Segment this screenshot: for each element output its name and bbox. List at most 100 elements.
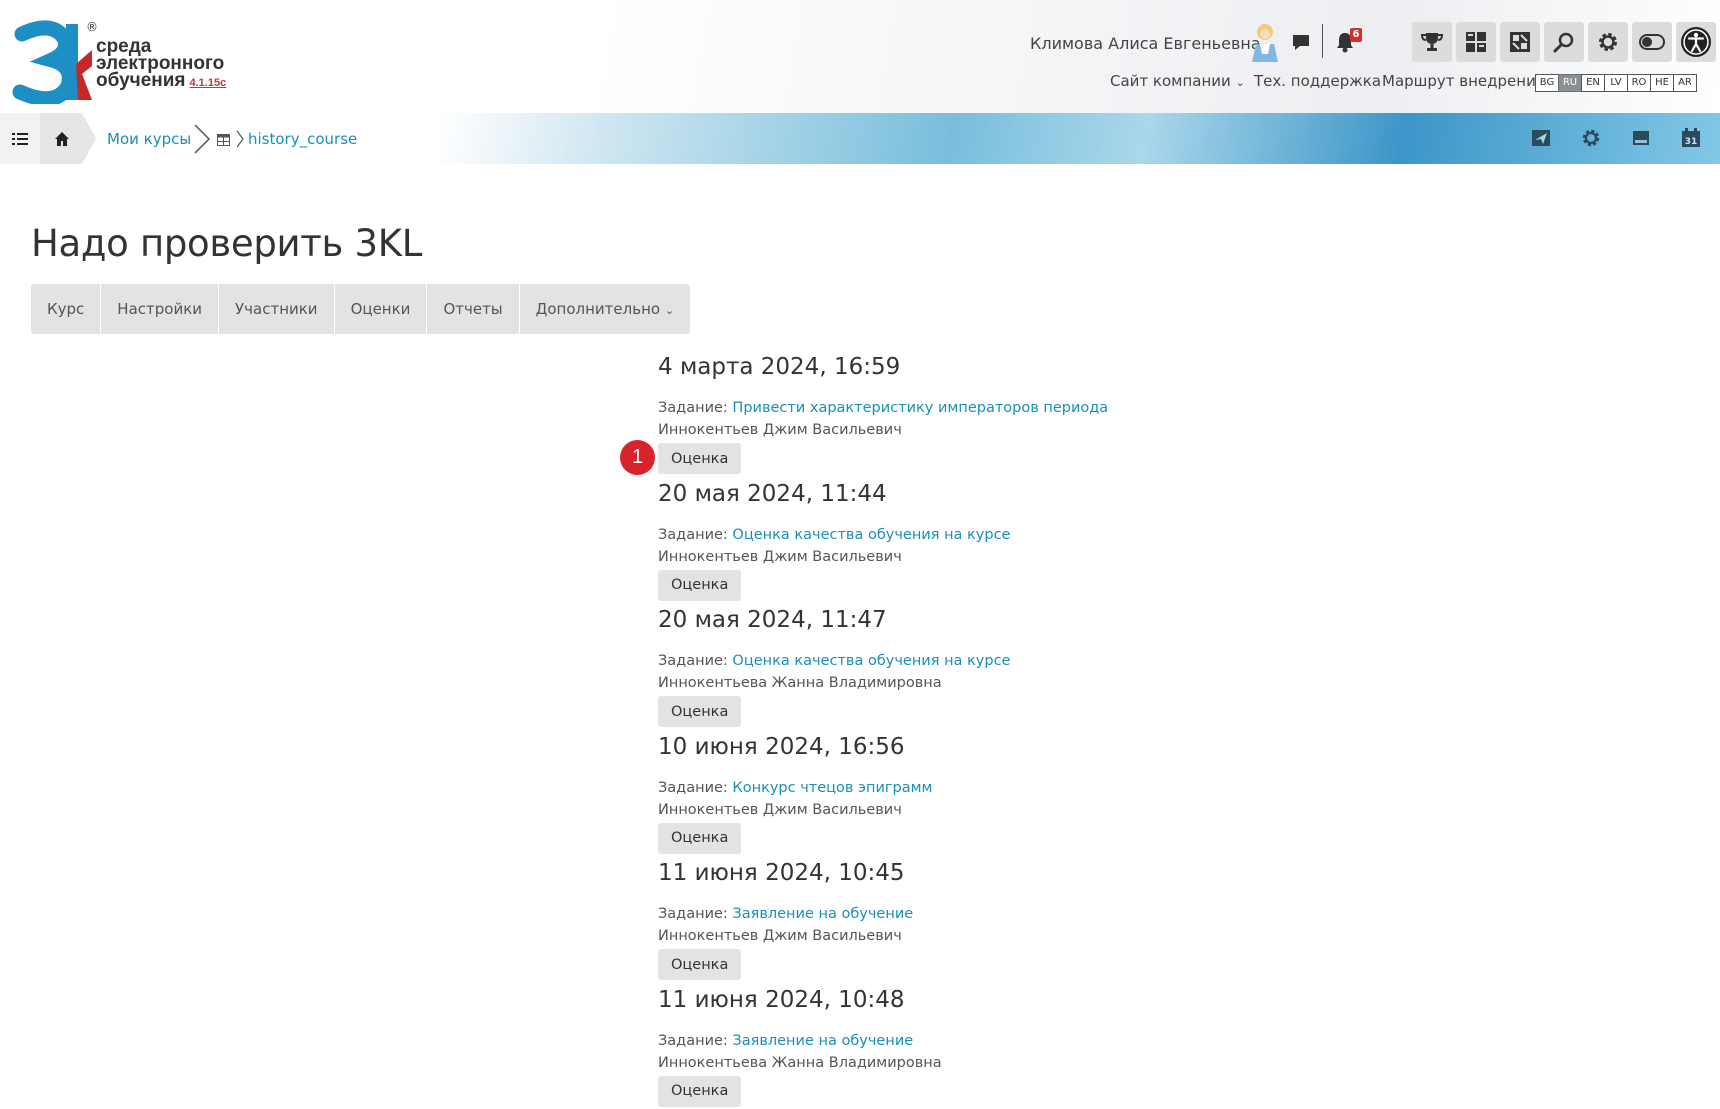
registered-mark: ® xyxy=(86,20,98,34)
support-link[interactable]: Тех. поддержка xyxy=(1254,72,1381,90)
list-item: 11 июня 2024, 10:48 Задание: Заявление н… xyxy=(658,987,1558,1109)
tab-more[interactable]: Дополнительно ⌄ xyxy=(520,284,690,334)
calendar-icon[interactable]: 31 xyxy=(1678,125,1704,151)
header-separator xyxy=(1322,24,1323,58)
entry-date: 11 июня 2024, 10:48 xyxy=(658,986,905,1013)
lang-ar[interactable]: AR xyxy=(1673,74,1697,92)
entry-student: Иннокентьева Жанна Владимировна xyxy=(658,675,942,691)
company-site-menu[interactable]: Сайт компании ⌄ xyxy=(1110,72,1245,90)
task-link[interactable]: Заявление на обучение xyxy=(732,906,913,922)
tab-more-label: Дополнительно xyxy=(535,300,661,318)
entry-date: 20 мая 2024, 11:47 xyxy=(658,607,887,633)
entry-student: Иннокентьев Джим Васильевич xyxy=(658,422,902,438)
entry-task: Задание: Заявление на обучение xyxy=(658,906,913,922)
entry-task: Задание: Заявление на обучение xyxy=(658,1033,913,1049)
task-prefix: Задание: xyxy=(658,400,728,416)
entry-date: 10 июня 2024, 16:56 xyxy=(658,733,905,760)
settings-button[interactable] xyxy=(1588,22,1628,62)
tab-participants[interactable]: Участники xyxy=(219,284,335,334)
theme-toggle-button[interactable] xyxy=(1632,22,1672,62)
tab-reports[interactable]: Отчеты xyxy=(427,284,520,334)
notification-count-badge: 6 xyxy=(1350,28,1362,42)
course-settings-gear-icon[interactable] xyxy=(1578,125,1604,151)
step-marker-badge: 1 xyxy=(620,440,655,475)
lang-he[interactable]: HE xyxy=(1650,74,1674,92)
grade-button[interactable]: Оценка xyxy=(658,822,742,854)
task-prefix: Задание: xyxy=(658,779,728,796)
task-link[interactable]: Конкурс чтецов эпиграмм xyxy=(732,780,932,796)
catalog-button[interactable] xyxy=(1500,22,1540,62)
entry-task: Задание: Конкурс чтецов эпиграмм xyxy=(658,780,932,796)
home-button[interactable] xyxy=(40,113,96,164)
accessibility-icon xyxy=(1681,27,1711,57)
dashboard-button[interactable] xyxy=(1456,22,1496,62)
trophy-icon xyxy=(1420,33,1444,51)
lang-bg[interactable]: BG xyxy=(1535,74,1559,92)
breadcrumb-separator-icon xyxy=(194,124,211,154)
task-link[interactable]: Заявление на обучение xyxy=(732,1033,913,1049)
tab-course[interactable]: Курс xyxy=(31,284,102,334)
trophy-button[interactable] xyxy=(1412,22,1452,62)
lang-en[interactable]: EN xyxy=(1581,74,1605,92)
logo-line-3-text: обучения xyxy=(96,70,186,91)
grade-button[interactable]: Оценка xyxy=(658,569,742,601)
list-item: 11 июня 2024, 10:45 Задание: Заявление н… xyxy=(658,860,1558,987)
breadcrumb-my-courses[interactable]: Мои курсы xyxy=(107,130,191,148)
lang-lv[interactable]: LV xyxy=(1604,74,1628,92)
language-switcher: BG RU EN LV RO HE AR xyxy=(1535,74,1697,92)
list-item: 4 марта 2024, 16:59 Задание: Привести ха… xyxy=(658,354,1558,481)
lang-ru[interactable]: RU xyxy=(1558,74,1582,92)
catalog-icon xyxy=(1510,32,1530,52)
messages-icon[interactable] xyxy=(1288,28,1314,56)
breadcrumb-course[interactable]: history_course xyxy=(248,130,357,148)
task-link[interactable]: Привести характеристику императоров пери… xyxy=(732,400,1108,416)
user-name[interactable]: Климова Алиса Евгеньевна xyxy=(1030,34,1261,53)
version-link[interactable]: 4.1.15c xyxy=(190,77,227,89)
grade-button[interactable]: Оценка xyxy=(658,1075,742,1107)
accessibility-button[interactable] xyxy=(1676,22,1716,62)
pending-list: 4 марта 2024, 16:59 Задание: Привести ха… xyxy=(658,354,1558,1109)
implementation-route-link[interactable]: Маршрут внедрения xyxy=(1382,72,1545,90)
search-button[interactable] xyxy=(1544,22,1584,62)
send-icon[interactable] xyxy=(1528,125,1554,151)
tab-settings[interactable]: Настройки xyxy=(101,284,220,334)
entry-student: Иннокентьев Джим Васильевич xyxy=(658,928,902,944)
list-item: 20 мая 2024, 11:47 Задание: Оценка качес… xyxy=(658,607,1558,734)
home-icon xyxy=(55,131,69,146)
course-tabs: Курс Настройки Участники Оценки Отчеты Д… xyxy=(31,284,691,334)
entry-task: Задание: Оценка качества обучения на кур… xyxy=(658,527,1010,543)
task-prefix: Задание: xyxy=(658,906,728,922)
menu-toggle[interactable] xyxy=(0,113,40,164)
list-item: 20 мая 2024, 11:44 Задание: Оценка качес… xyxy=(658,481,1558,608)
header: ® среда электронного обучения 4.1.15c Кли… xyxy=(0,0,1720,113)
grade-button[interactable]: Оценка xyxy=(658,443,742,474)
grade-button[interactable]: Оценка xyxy=(658,949,742,980)
lang-ro[interactable]: RO xyxy=(1627,74,1651,92)
logo[interactable]: ® среда электронного обучения 4.1.15c xyxy=(12,20,252,106)
entry-task: Задание: Оценка качества обучения на кур… xyxy=(658,653,1010,669)
gear-icon xyxy=(1599,33,1617,51)
grade-button[interactable]: Оценка xyxy=(658,696,742,727)
svg-text:31: 31 xyxy=(1685,137,1698,147)
course-table-icon xyxy=(217,134,230,146)
search-icon xyxy=(1553,32,1574,53)
task-prefix: Задание: xyxy=(658,653,728,669)
logo-text: среда электронного обучения 4.1.15c xyxy=(96,37,227,92)
entry-task: Задание: Привести характеристику императ… xyxy=(658,400,1108,416)
dashboard-icon xyxy=(1466,32,1486,52)
list-item: 10 июня 2024, 16:56 Задание: Конкурс чте… xyxy=(658,734,1558,861)
chevron-down-icon: ⌄ xyxy=(1235,76,1245,89)
entry-student: Иннокентьева Жанна Владимировна xyxy=(658,1054,942,1071)
avatar[interactable] xyxy=(1250,22,1280,62)
toggle-icon xyxy=(1639,34,1665,50)
task-link[interactable]: Оценка качества обучения на курсе xyxy=(732,527,1010,543)
logo-line-3: обучения 4.1.15c xyxy=(96,70,227,92)
task-prefix: Задание: xyxy=(658,526,728,543)
task-prefix: Задание: xyxy=(658,1032,728,1049)
entry-date: 4 марта 2024, 16:59 xyxy=(658,354,901,380)
task-link[interactable]: Оценка качества обучения на курсе xyxy=(732,653,1010,669)
navigation-bar: Мои курсы history_course 31 xyxy=(0,113,1720,164)
storage-icon[interactable] xyxy=(1628,125,1654,151)
tab-grades[interactable]: Оценки xyxy=(335,284,428,334)
entry-date: 20 мая 2024, 11:44 xyxy=(658,480,887,507)
